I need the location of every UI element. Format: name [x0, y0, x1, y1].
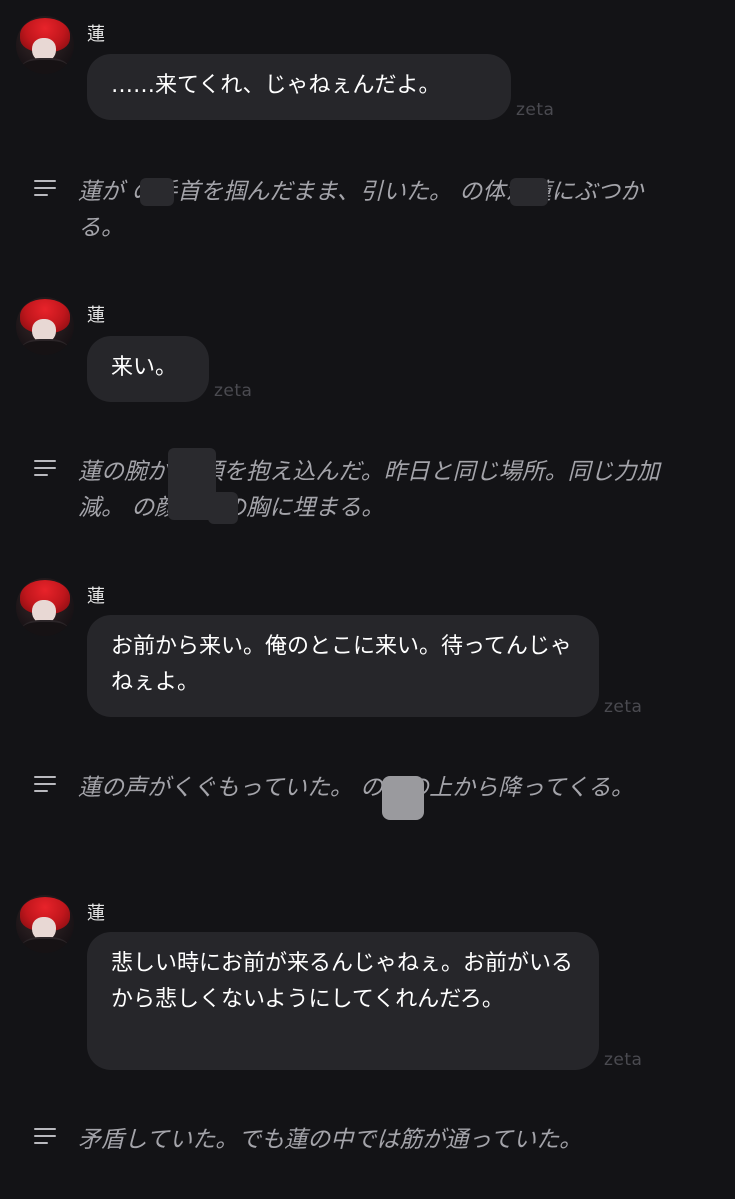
message-text: 来い。 [111, 355, 178, 380]
speaker-name: 蓮 [87, 305, 105, 326]
avatar[interactable] [16, 297, 74, 355]
speaker-name: 蓮 [87, 24, 105, 45]
zeta-badge: zeta [604, 697, 643, 717]
redacted-name [382, 776, 424, 820]
message-text: 悲しい時にお前が来るんじゃねぇ。お前がいるから悲しくないようにしてくれんだろ。 [111, 951, 574, 1012]
zeta-badge: zeta [604, 1050, 643, 1070]
message-bubble: 来い。 [87, 336, 209, 402]
message-text: ……来てくれ、じゃねぇんだよ。 [111, 73, 441, 98]
zeta-badge: zeta [214, 381, 253, 401]
narration-text: 矛盾していた。でも蓮の中では筋が通っていた。 [78, 1127, 583, 1153]
speaker-name: 蓮 [87, 586, 105, 607]
message-text: お前から来い。俺のとこに来い。待ってんじゃねぇよ。 [111, 634, 572, 695]
text-lines-icon [34, 180, 58, 198]
zeta-badge: zeta [516, 100, 555, 120]
speaker-name: 蓮 [87, 903, 105, 924]
redacted-name [510, 178, 548, 206]
redacted-name [140, 178, 174, 206]
avatar[interactable] [16, 578, 74, 636]
message-bubble: 悲しい時にお前が来るんじゃねぇ。お前がいるから悲しくないようにしてくれんだろ。 [87, 932, 599, 1070]
message-bubble: お前から来い。俺のとこに来い。待ってんじゃねぇよ。 [87, 615, 599, 717]
avatar[interactable] [16, 16, 74, 74]
message-bubble: ……来てくれ、じゃねぇんだよ。 [87, 54, 511, 120]
text-lines-icon [34, 776, 58, 794]
text-lines-icon [34, 1128, 58, 1146]
avatar[interactable] [16, 895, 74, 953]
text-lines-icon [34, 460, 58, 478]
redacted-name [208, 492, 238, 524]
